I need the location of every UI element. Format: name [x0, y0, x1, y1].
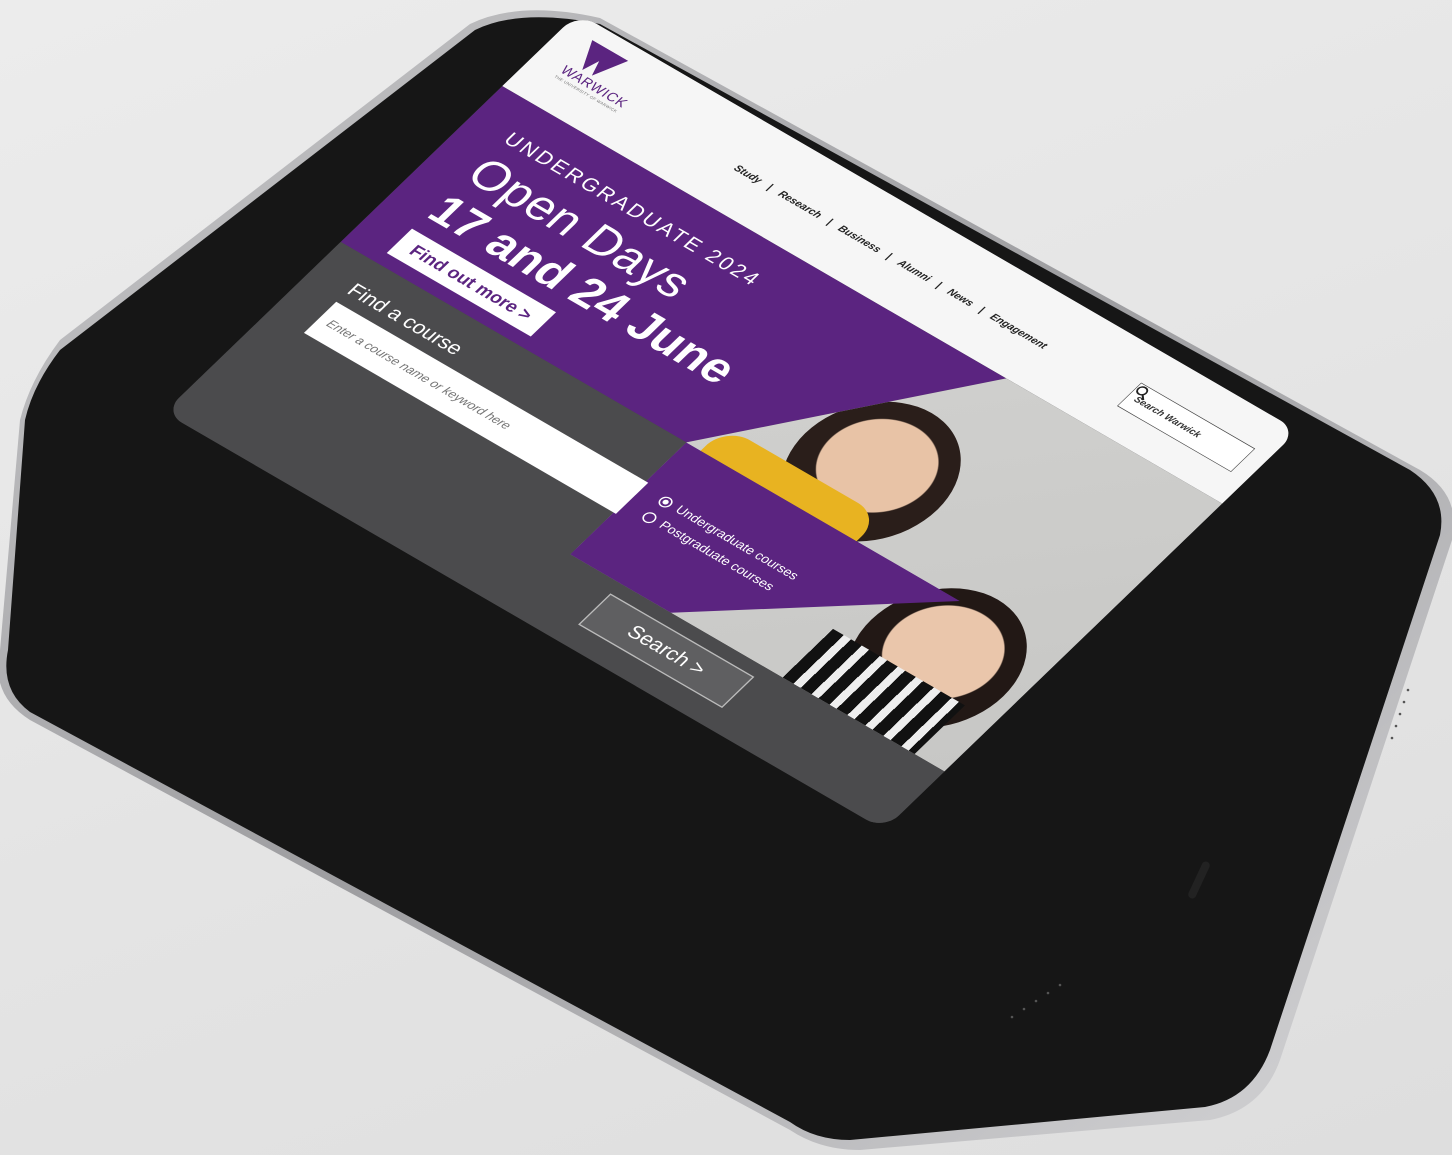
product-mockup: WARWICK THE UNIVERSITY OF WARWICK Study …	[0, 0, 1452, 1155]
tablet-device: WARWICK THE UNIVERSITY OF WARWICK Study …	[0, 0, 1452, 1155]
